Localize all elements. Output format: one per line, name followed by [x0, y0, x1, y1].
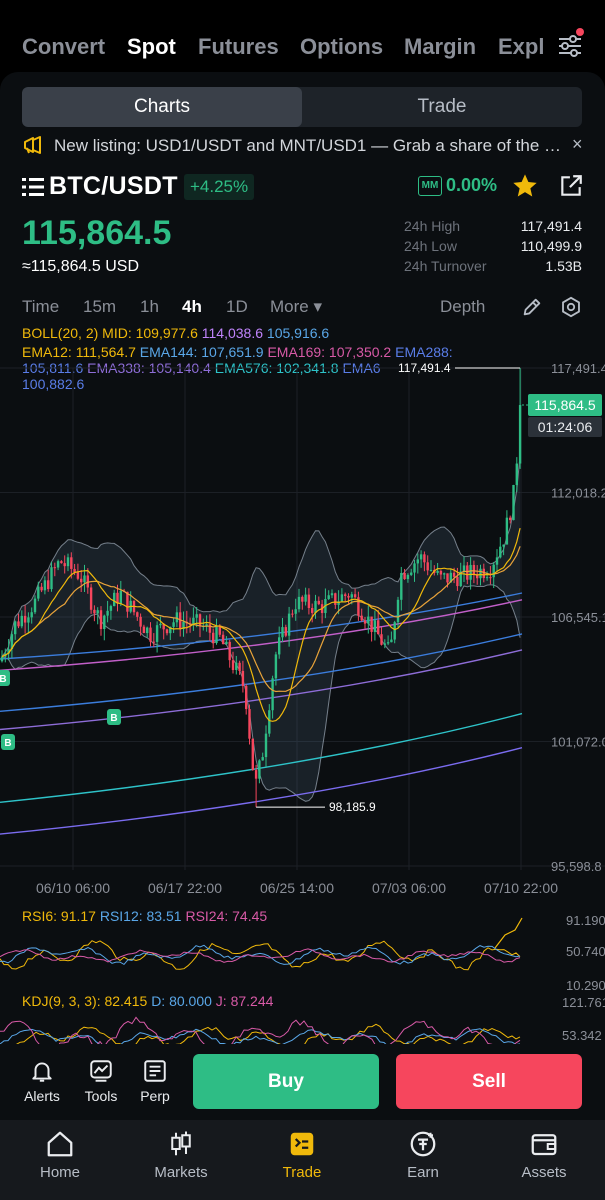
nav-explore[interactable]: Expl	[498, 34, 546, 60]
tab-earn[interactable]: Earn	[373, 1128, 473, 1181]
perp-button[interactable]: Perp	[138, 1058, 172, 1104]
sell-button[interactable]: Sell	[396, 1054, 582, 1109]
ema288-value: 105,811.6	[22, 360, 84, 376]
pair-header: BTC/USDT +4.25% MM 0.00%	[22, 172, 588, 202]
tf-time[interactable]: Time	[22, 297, 59, 317]
ema338-label: EMA338: 105,140.4	[87, 360, 211, 376]
bottom-tab-bar: Home Markets Trade Earn Assets	[0, 1120, 605, 1200]
tab-markets[interactable]: Markets	[131, 1128, 231, 1181]
boll-dn: 105,916.6	[266, 325, 330, 341]
stat-value: 117,491.4	[520, 218, 582, 234]
kdj-legend: KDJ(9, 3, 3): 82.415 D: 80.000 J: 87.244	[22, 993, 273, 1009]
tab-label: Home	[39, 1164, 80, 1181]
segment-charts[interactable]: Charts	[22, 87, 302, 127]
ema288-label: EMA288:	[395, 344, 453, 360]
alerts-button[interactable]: Alerts	[22, 1058, 62, 1104]
megaphone-icon	[24, 136, 41, 154]
ema144-label: EMA144: 107,651.9	[139, 344, 264, 360]
ema-legend-1: EMA12: 111,564.7 EMA144: 107,651.9 EMA16…	[22, 344, 453, 360]
tab-label: Trade	[282, 1164, 322, 1181]
stat-label: 24h Low	[404, 238, 457, 254]
wallet-icon	[531, 1134, 557, 1156]
earn-icon	[410, 1131, 436, 1157]
boll-legend: BOLL(20, 2) MID: 109,977.6 114,038.6 105…	[22, 325, 329, 341]
rsi12-label: RSI12: 83.51	[99, 908, 182, 924]
fiat-price: ≈115,864.5 USD	[22, 258, 139, 275]
notice-text: New listing: USD1/USDT and MNT/USD1 — Gr…	[54, 136, 564, 155]
boll-up: 114,038.6	[201, 325, 264, 341]
tf-4h[interactable]: 4h	[182, 297, 202, 317]
notification-dot	[576, 28, 584, 36]
bell-icon	[32, 1062, 52, 1082]
tab-assets[interactable]: Assets	[494, 1128, 594, 1181]
tools-label: Tools	[84, 1088, 118, 1104]
ema12-label: EMA12: 111,564.7	[22, 344, 136, 360]
nav-spot[interactable]: Spot	[127, 34, 176, 60]
alerts-label: Alerts	[24, 1088, 60, 1104]
markets-candles-icon	[171, 1131, 191, 1156]
kdj-j-label: J: 87.244	[215, 993, 274, 1009]
top-nav: Convert Spot Futures Options Margin Expl	[0, 0, 605, 78]
tf-more[interactable]: More ▾	[270, 297, 322, 317]
listing-notice[interactable]: New listing: USD1/USDT and MNT/USD1 — Gr…	[22, 134, 588, 158]
chart-settings-icon[interactable]	[560, 296, 582, 318]
mm-value: 0.00%	[446, 175, 498, 195]
tf-1d[interactable]: 1D	[226, 297, 248, 317]
tab-label: Markets	[154, 1164, 208, 1181]
kdj-d-label: D: 80.000	[151, 993, 212, 1009]
change-badge: +4.25%	[184, 174, 255, 200]
tab-label: Earn	[407, 1164, 439, 1181]
ema-legend-2: 105,811.6 EMA338: 105,140.4 EMA576: 102,…	[22, 360, 381, 376]
tf-15m[interactable]: 15m	[83, 297, 116, 317]
ema169-label: EMA169: 107,350.2	[267, 344, 392, 360]
nav-options[interactable]: Options	[300, 34, 383, 60]
tf-1h[interactable]: 1h	[140, 297, 159, 317]
trade-icon	[290, 1132, 314, 1156]
home-icon	[47, 1131, 73, 1157]
action-bar: Alerts Tools Perp Buy Sell	[0, 1044, 605, 1120]
close-icon[interactable]: ×	[572, 134, 583, 155]
stat-label: 24h High	[404, 218, 461, 234]
last-price: 115,864.5	[22, 214, 172, 252]
nav-convert[interactable]: Convert	[22, 34, 105, 60]
buy-button[interactable]: Buy	[193, 1054, 379, 1109]
mm-icon: MM	[418, 176, 442, 196]
segment-trade[interactable]: Trade	[302, 87, 582, 127]
rsi-legend: RSI6: 91.17 RSI12: 83.51 RSI24: 74.45	[22, 908, 267, 924]
stat-value: 110,499.9	[520, 238, 582, 254]
depth-tab[interactable]: Depth	[440, 297, 485, 317]
tab-label: Assets	[521, 1164, 567, 1181]
ema576-label: EMA576: 102,341.8	[214, 360, 339, 376]
boll-mid: BOLL(20, 2) MID: 109,977.6	[22, 325, 198, 341]
charts-trade-segment: Charts Trade	[22, 87, 582, 127]
rsi24-label: RSI24: 74.45	[185, 908, 268, 924]
perp-icon	[144, 1060, 166, 1082]
ema676-value: 100,882.6	[22, 376, 85, 392]
share-icon[interactable]	[558, 173, 584, 199]
ema-legend-3: 100,882.6	[22, 376, 84, 392]
tools-button[interactable]: Tools	[82, 1058, 120, 1104]
ema676-prefix: EMA6	[342, 360, 381, 376]
tab-trade[interactable]: Trade	[252, 1128, 352, 1181]
pair-menu-icon[interactable]	[22, 177, 44, 197]
rsi6-label: RSI6: 91.17	[22, 908, 96, 924]
perp-label: Perp	[140, 1088, 170, 1104]
star-favorite-icon[interactable]	[511, 172, 539, 200]
tools-icon	[90, 1060, 112, 1082]
nav-margin[interactable]: Margin	[404, 34, 476, 60]
stat-label: 24h Turnover	[404, 258, 487, 274]
filter-settings-icon[interactable]	[556, 32, 584, 60]
stat-value: 1.53B	[545, 258, 582, 274]
nav-futures[interactable]: Futures	[198, 34, 279, 60]
kdj-label: KDJ(9, 3, 3): 82.415	[22, 993, 148, 1009]
pair-name[interactable]: BTC/USDT	[49, 172, 178, 201]
tab-home[interactable]: Home	[10, 1128, 110, 1181]
pencil-draw-icon[interactable]	[521, 296, 543, 318]
